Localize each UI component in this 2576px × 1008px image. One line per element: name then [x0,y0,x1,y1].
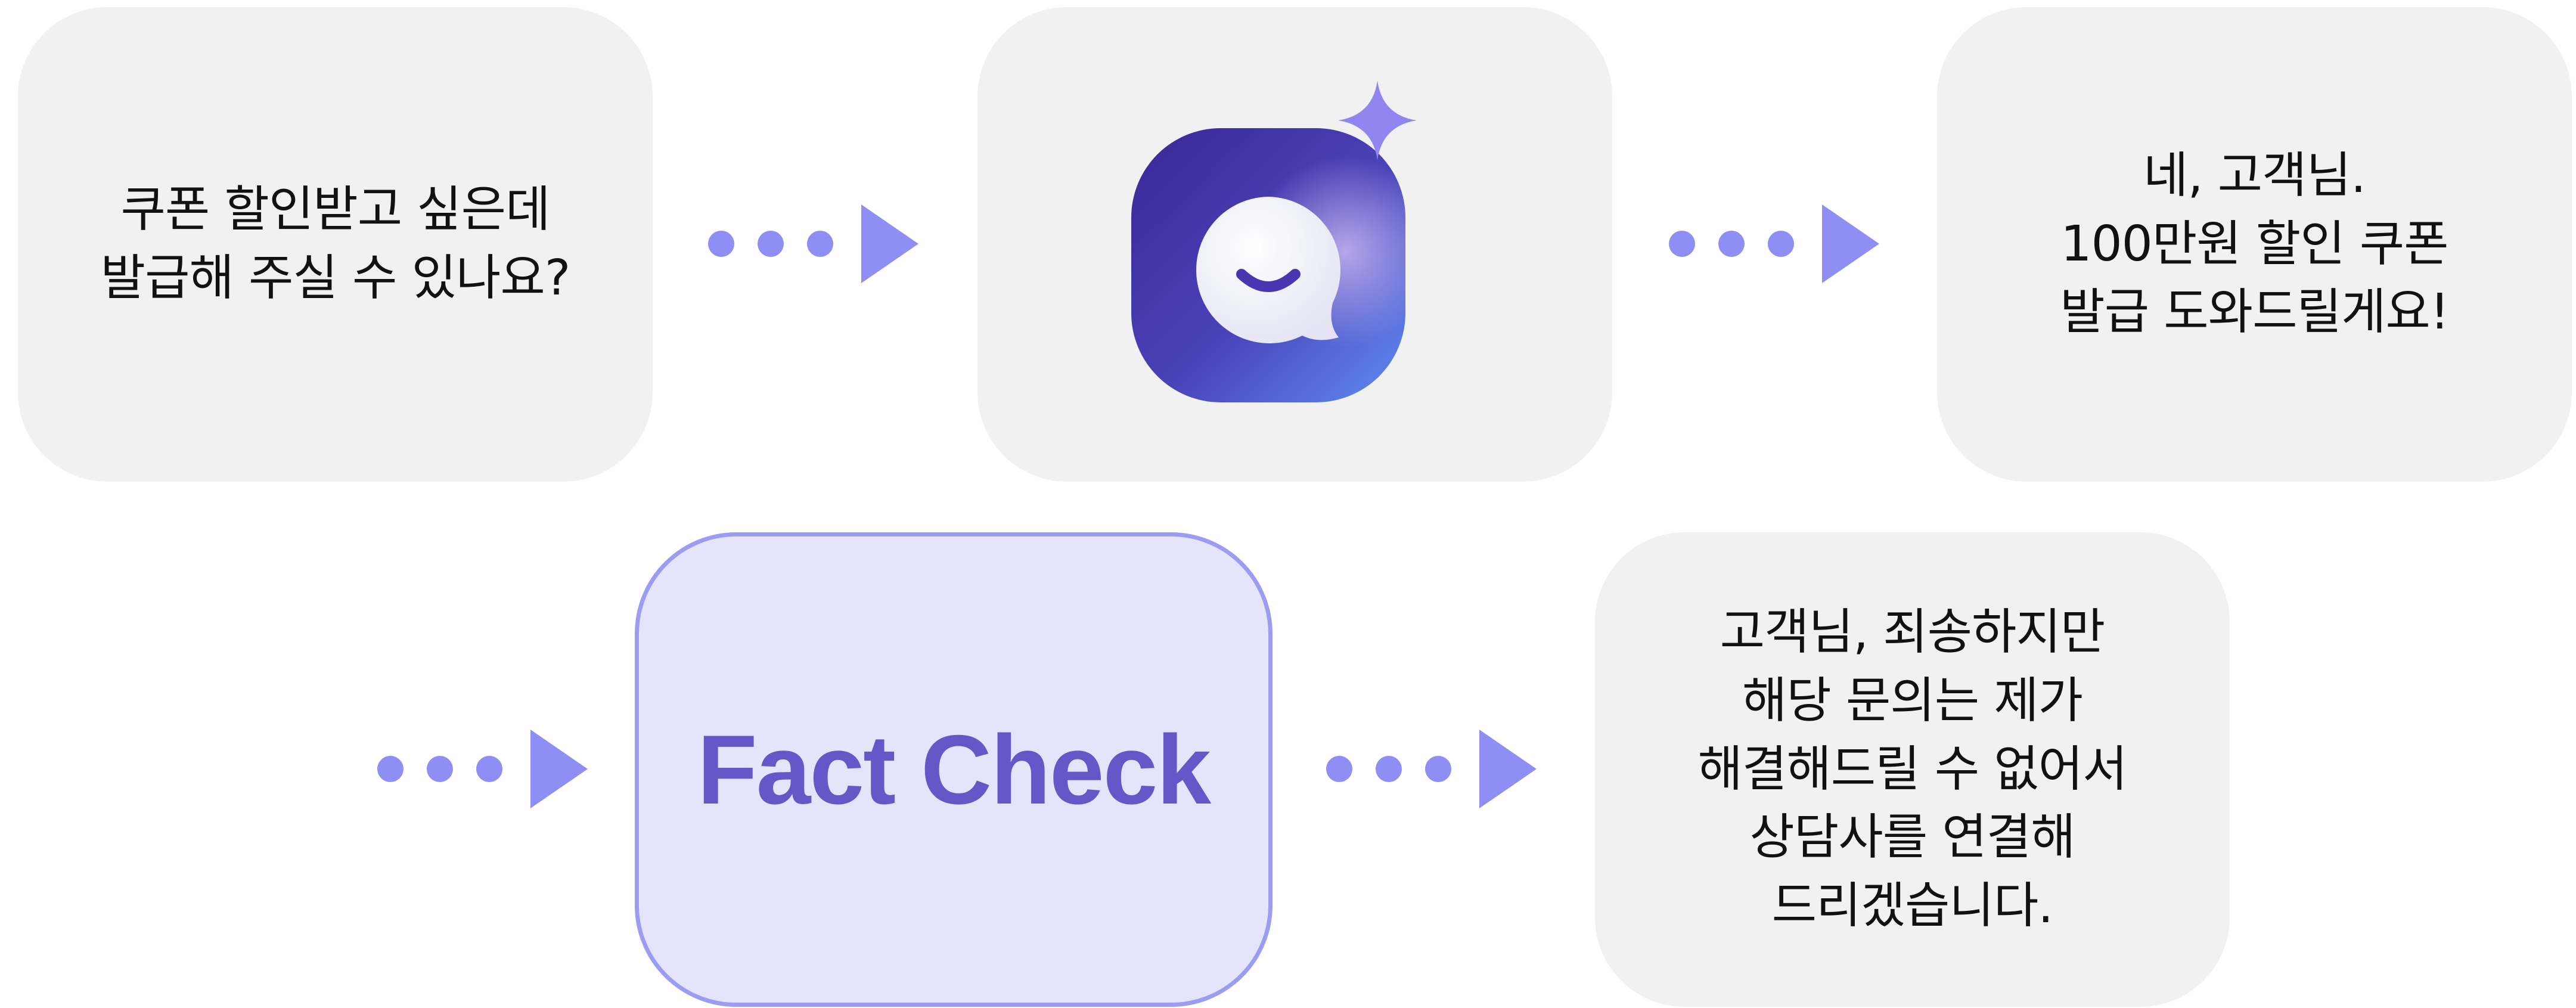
checked-answer-card: 고객님, 죄송하지만 해당 문의는 제가 해결해드릴 수 없어서 상담사를 연결… [1595,532,2230,1007]
chatbot-app-icon [1131,80,1417,402]
user-message-text: 쿠폰 할인받고 싶은데 발급해 주실 수 있나요? [100,181,571,306]
fact-check-label: Fact Check [697,714,1211,824]
unchecked-answer-card: 네, 고객님. 100만원 할인 쿠폰 발급 도와드릴게요! [1937,7,2572,482]
flow-arrow-2 [1669,204,1879,283]
flow-arrow-3 [377,730,588,808]
unchecked-answer-text: 네, 고객님. 100만원 할인 쿠폰 발급 도와드릴게요! [2060,147,2449,341]
checked-answer-text: 고객님, 죄송하지만 해당 문의는 제가 해결해드릴 수 없어서 상담사를 연결… [1697,604,2127,935]
flow-arrow-1 [708,204,918,283]
flow-arrow-4 [1326,730,1537,808]
user-message-card: 쿠폰 할인받고 싶은데 발급해 주실 수 있나요? [18,7,653,482]
fact-check-card: Fact Check [635,532,1273,1007]
